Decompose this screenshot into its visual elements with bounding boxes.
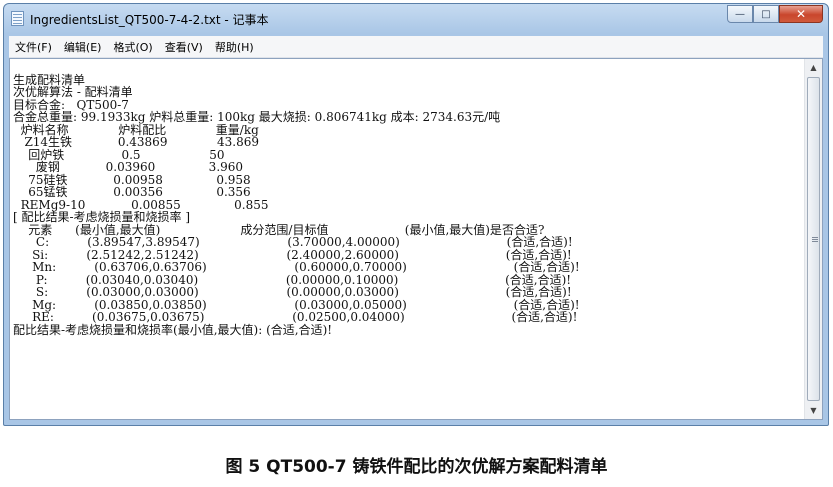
text-line: S: (0.03000,0.03000) (0.00000,0.03000) (… xyxy=(13,285,572,299)
window-controls: — □ ✕ xyxy=(727,5,823,23)
text-editor[interactable]: 生成配料清单 次优解算法 - 配料清单 目标合金: QT500-7 合金总重量:… xyxy=(9,58,823,420)
vertical-scrollbar[interactable]: ▲ ▼ xyxy=(804,59,822,419)
menu-format[interactable]: 格式(O) xyxy=(107,39,158,55)
notepad-icon xyxy=(11,11,24,26)
text-line: 65锰铁 0.00356 0.356 xyxy=(13,185,251,199)
menu-edit[interactable]: 编辑(E) xyxy=(58,39,108,55)
text-line: 合金总重量: 99.1933kg 炉料总重量: 100kg 最大烧损: 0.80… xyxy=(13,110,501,124)
minimize-button[interactable]: — xyxy=(727,5,753,23)
menu-help[interactable]: 帮助(H) xyxy=(209,39,260,55)
close-button[interactable]: ✕ xyxy=(779,5,823,23)
text-line: [ 配比结果-考虑烧损量和烧损率 ] xyxy=(13,210,191,224)
maximize-button[interactable]: □ xyxy=(753,5,779,23)
menu-file[interactable]: 文件(F) xyxy=(9,39,58,55)
text-line: RE: (0.03675,0.03675) (0.02500,0.04000) … xyxy=(13,310,578,324)
scroll-down-arrow-icon[interactable]: ▼ xyxy=(805,402,822,419)
text-line: 次优解算法 - 配料清单 xyxy=(13,85,133,99)
notepad-window: IngredientsList_QT500-7-4-2.txt - 记事本 — … xyxy=(3,3,829,426)
text-line xyxy=(13,61,802,74)
menu-view[interactable]: 查看(V) xyxy=(159,39,209,55)
text-line: C: (3.89547,3.89547) (3.70000,4.00000) (… xyxy=(13,235,573,249)
window-title: IngredientsList_QT500-7-4-2.txt - 记事本 xyxy=(30,13,269,27)
text-line: 废钢 0.03960 3.960 xyxy=(13,160,244,174)
title-bar[interactable]: IngredientsList_QT500-7-4-2.txt - 记事本 — … xyxy=(4,4,828,32)
text-line: Mn: (0.63706,0.63706) (0.60000,0.70000) … xyxy=(13,260,580,274)
scrollbar-thumb[interactable] xyxy=(807,77,820,401)
grip-icon xyxy=(812,239,818,240)
text-line: Z14生铁 0.43869 43.869 xyxy=(13,135,260,149)
document-text[interactable]: 生成配料清单 次优解算法 - 配料清单 目标合金: QT500-7 合金总重量:… xyxy=(13,61,802,417)
scroll-up-arrow-icon[interactable]: ▲ xyxy=(805,59,822,76)
menu-bar: 文件(F) 编辑(E) 格式(O) 查看(V) 帮助(H) xyxy=(9,36,823,58)
figure-caption: 图 5 QT500-7 铸铁件配比的次优解方案配料清单 xyxy=(225,457,608,477)
text-line: 配比结果-考虑烧损量和烧损率(最小值,最大值): (合适,合适)! xyxy=(13,322,333,337)
